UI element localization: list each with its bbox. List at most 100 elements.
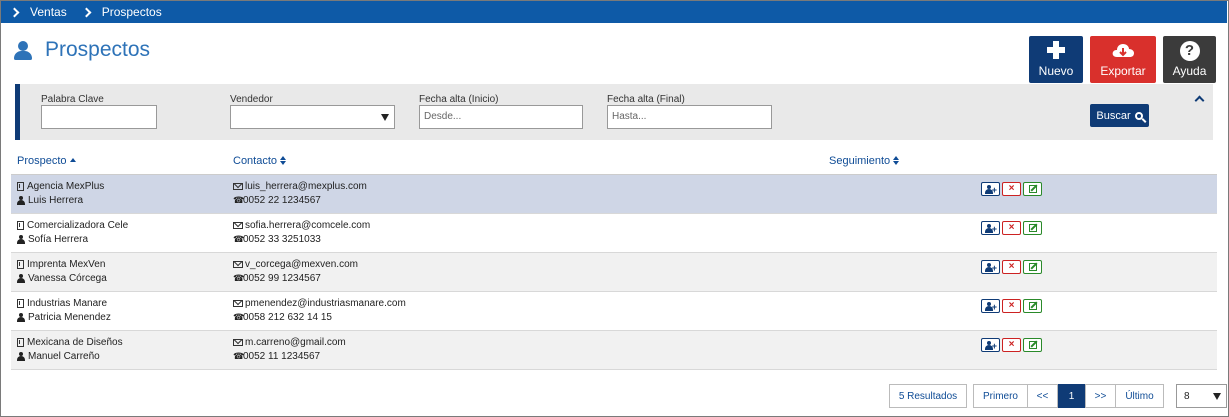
building-icon: [17, 299, 24, 308]
export-button-label: Exportar: [1100, 64, 1146, 78]
person-name: Luis Herrera: [28, 195, 84, 206]
close-icon: ×: [1008, 261, 1015, 272]
add-contact-button[interactable]: +: [981, 299, 1000, 313]
column-header-prospecto[interactable]: Prospecto: [17, 155, 76, 167]
sort-asc-icon: [69, 158, 76, 162]
phone-cell: ☎ 0058 212 632 14 15: [233, 312, 332, 323]
email-cell: m.carreno@gmail.com: [233, 337, 346, 348]
new-button-label: Nuevo: [1038, 64, 1074, 78]
phone-cell: ☎ 0052 22 1234567: [233, 195, 321, 206]
phone-text: 0052 22 1234567: [243, 195, 321, 206]
column-header-seguimiento[interactable]: Seguimiento: [829, 155, 900, 167]
company-cell: Comercializadora Cele: [17, 220, 128, 231]
close-icon: ×: [1008, 300, 1015, 311]
add-contact-button[interactable]: +: [981, 260, 1000, 274]
email-cell: pmenendez@industriasmanare.com: [233, 298, 406, 309]
delete-button[interactable]: ×: [1002, 299, 1021, 313]
close-icon: ×: [1008, 222, 1015, 233]
per-page-select[interactable]: 8: [1176, 384, 1227, 408]
prev-page-button[interactable]: <<: [1027, 384, 1058, 408]
table-row[interactable]: Comercializadora Cele Sofía Herrera sofia.…: [11, 214, 1217, 253]
email-text[interactable]: luis_herrera@mexplus.com: [245, 181, 367, 192]
phone-cell: ☎ 0052 11 1234567: [233, 351, 320, 362]
chevron-up-icon[interactable]: [1194, 95, 1205, 106]
date-end-input[interactable]: Hasta...: [607, 105, 772, 129]
person-cell: Sofía Herrera: [17, 234, 88, 245]
date-end-label: Fecha alta (Final): [607, 94, 685, 105]
question-icon: ?: [1179, 41, 1200, 61]
edit-button[interactable]: [1023, 182, 1042, 196]
delete-button[interactable]: ×: [1002, 338, 1021, 352]
company-cell: Industrias Manare: [17, 298, 107, 309]
edit-button[interactable]: [1023, 338, 1042, 352]
delete-button[interactable]: ×: [1002, 260, 1021, 274]
delete-button[interactable]: ×: [1002, 182, 1021, 196]
page-title: Prospectos: [45, 38, 151, 61]
plus-icon: +: [991, 224, 997, 234]
person-name: Patricia Menendez: [28, 312, 111, 323]
phone-text: 0058 212 632 14 15: [243, 312, 332, 323]
plus-icon: +: [991, 302, 997, 312]
row-actions: + ×: [981, 221, 1042, 235]
seller-select[interactable]: [230, 105, 395, 129]
phone-icon: ☎: [233, 195, 245, 205]
date-start-input[interactable]: Desde...: [419, 105, 583, 129]
company-cell: Imprenta MexVen: [17, 259, 105, 270]
email-cell: luis_herrera@mexplus.com: [233, 181, 367, 192]
delete-button[interactable]: ×: [1002, 221, 1021, 235]
company-name: Industrias Manare: [27, 298, 108, 309]
keyword-label: Palabra Clave: [41, 94, 104, 105]
edit-button[interactable]: [1023, 260, 1042, 274]
table-row[interactable]: Industrias Manare Patricia Menendez pmenen…: [11, 292, 1217, 331]
table-row[interactable]: Agencia MexPlus Luis Herrera luis_herrera@…: [11, 175, 1217, 214]
envelope-icon: [233, 261, 243, 268]
first-page-button[interactable]: Primero: [973, 384, 1028, 408]
edit-icon: [1029, 263, 1037, 271]
envelope-icon: [233, 300, 243, 307]
edit-button[interactable]: [1023, 299, 1042, 313]
table-row[interactable]: Mexicana de Diseños Manuel Carreño m.carre…: [11, 331, 1217, 370]
help-button[interactable]: ? Ayuda: [1163, 36, 1216, 83]
plus-icon: +: [991, 185, 997, 195]
edit-button[interactable]: [1023, 221, 1042, 235]
new-button[interactable]: Nuevo: [1029, 36, 1083, 83]
close-icon: ×: [1008, 339, 1015, 350]
add-contact-button[interactable]: +: [981, 338, 1000, 352]
breadcrumb-item-ventas[interactable]: Ventas: [30, 5, 67, 19]
user-icon: [17, 274, 25, 283]
envelope-icon: [233, 222, 243, 229]
company-name: Agencia MexPlus: [27, 181, 105, 192]
envelope-icon: [233, 183, 243, 190]
row-actions: + ×: [981, 260, 1042, 274]
last-page-button[interactable]: Último: [1115, 384, 1164, 408]
next-page-button[interactable]: >>: [1085, 384, 1116, 408]
search-button[interactable]: Buscar: [1090, 104, 1149, 127]
email-text[interactable]: m.carreno@gmail.com: [245, 337, 346, 348]
add-contact-button[interactable]: +: [981, 182, 1000, 196]
email-cell: v_corcega@mexven.com: [233, 259, 358, 270]
chevron-right-icon: [81, 7, 92, 17]
row-actions: + ×: [981, 338, 1042, 352]
table-row[interactable]: Imprenta MexVen Vanessa Córcega v_corcega@…: [11, 253, 1217, 292]
column-header-contacto[interactable]: Contacto: [233, 155, 287, 167]
plus-icon: [1047, 41, 1065, 59]
user-icon: [17, 313, 25, 322]
person-cell: Vanessa Córcega: [17, 273, 107, 284]
sort-icon: [280, 156, 287, 165]
phone-text: 0052 99 1234567: [243, 273, 321, 284]
keyword-input[interactable]: [41, 105, 157, 129]
person-name: Manuel Carreño: [28, 351, 100, 362]
seller-label: Vendedor: [230, 94, 273, 105]
email-text[interactable]: v_corcega@mexven.com: [245, 259, 358, 270]
page-button-current[interactable]: 1: [1058, 384, 1085, 408]
building-icon: [17, 338, 24, 347]
email-cell: sofia.herrera@comcele.com: [233, 220, 370, 231]
date-start-label: Fecha alta (Inicio): [419, 94, 499, 105]
email-text[interactable]: pmenendez@industriasmanare.com: [245, 298, 406, 309]
add-contact-button[interactable]: +: [981, 221, 1000, 235]
email-text[interactable]: sofia.herrera@comcele.com: [245, 220, 370, 231]
row-actions: + ×: [981, 182, 1042, 196]
phone-icon: ☎: [233, 234, 245, 244]
export-button[interactable]: Exportar: [1090, 36, 1156, 83]
search-icon: [1134, 111, 1143, 120]
